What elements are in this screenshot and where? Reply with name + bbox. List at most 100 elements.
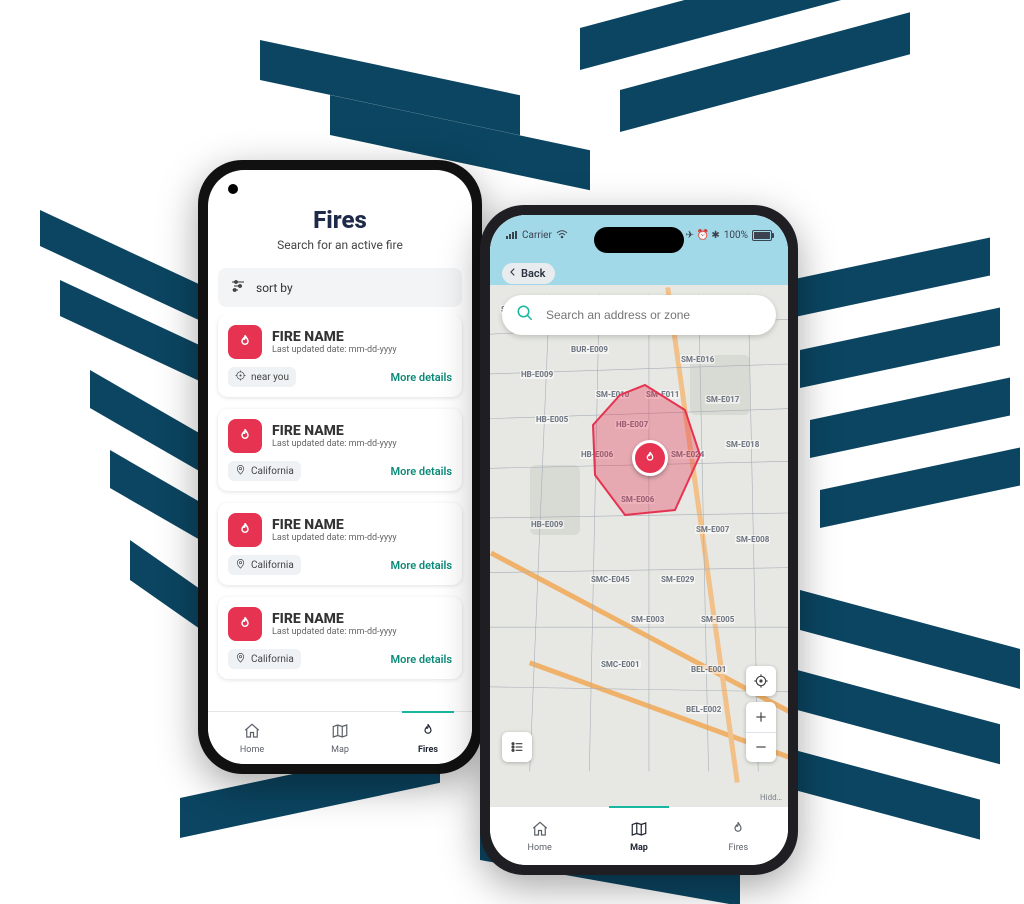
zone-label: HB-E007	[615, 420, 649, 429]
tab-map[interactable]: Map	[589, 807, 688, 865]
fire-name: FIRE NAME	[272, 611, 397, 627]
page-subtitle: Search for an active fire	[220, 238, 460, 252]
flame-icon	[228, 607, 262, 641]
fire-name: FIRE NAME	[272, 423, 397, 439]
fire-marker[interactable]	[632, 440, 668, 476]
zone-label: SMC-E001	[600, 660, 641, 669]
zoom-in-button[interactable]	[746, 702, 776, 733]
more-details-link[interactable]: More details	[391, 371, 452, 384]
zone-label: SM-E007	[695, 525, 730, 534]
fire-card[interactable]: FIRE NAME Last updated date: mm-dd-yyyy …	[218, 597, 462, 679]
more-details-link[interactable]: More details	[391, 465, 452, 478]
location-chip: California	[228, 461, 301, 481]
zone-label: SM-E005	[700, 615, 735, 624]
tab-label: Home	[240, 745, 264, 755]
fire-updated: Last updated date: mm-dd-yyyy	[272, 533, 397, 543]
phone-android: Fires Search for an active fire sort by …	[198, 160, 482, 774]
zone-label: SM-E016	[680, 355, 715, 364]
camera-punch-hole	[228, 184, 238, 194]
plus-icon	[753, 709, 769, 725]
zone-label: SM-E029	[660, 575, 695, 584]
fire-list[interactable]: FIRE NAME Last updated date: mm-dd-yyyy …	[208, 315, 472, 711]
more-details-link[interactable]: More details	[391, 653, 452, 666]
location-icon	[235, 464, 246, 478]
fire-updated: Last updated date: mm-dd-yyyy	[272, 345, 397, 355]
fire-name: FIRE NAME	[272, 329, 397, 345]
crosshair-icon	[753, 673, 769, 689]
flame-icon	[228, 325, 262, 359]
flame-icon	[419, 722, 437, 743]
zone-label: SM-E003	[630, 615, 665, 624]
map-icon	[331, 722, 349, 743]
zone-label: HB-E006	[580, 450, 614, 459]
chip-label: near you	[251, 372, 289, 383]
zone-label: SM-E006	[620, 495, 655, 504]
map-icon	[630, 820, 648, 841]
ios-tab-bar: Home Map Fires	[490, 806, 788, 865]
layers-button[interactable]	[502, 732, 532, 762]
fire-updated: Last updated date: mm-dd-yyyy	[272, 627, 397, 637]
fire-updated: Last updated date: mm-dd-yyyy	[272, 439, 397, 449]
zone-label: SM-E024	[670, 450, 705, 459]
more-details-link[interactable]: More details	[391, 559, 452, 572]
sort-bar[interactable]: sort by	[218, 268, 462, 307]
map-search-input[interactable]	[544, 307, 762, 323]
page-title: Fires	[220, 206, 460, 234]
tab-label: Map	[331, 745, 349, 755]
fire-name: FIRE NAME	[272, 517, 397, 533]
flame-icon	[228, 513, 262, 547]
fire-card[interactable]: FIRE NAME Last updated date: mm-dd-yyyy …	[218, 503, 462, 585]
location-chip: near you	[228, 367, 296, 387]
flame-icon	[228, 419, 262, 453]
home-icon	[243, 722, 261, 743]
map-canvas[interactable]: SM-E005BUR-E005BUR-E003SM-E021BUR-E009SM…	[490, 215, 788, 806]
location-icon	[235, 652, 246, 666]
tab-map[interactable]: Map	[296, 712, 384, 764]
zone-label: SM-E018	[725, 440, 760, 449]
fires-header: Fires Search for an active fire	[208, 170, 472, 260]
layers-icon	[509, 739, 525, 755]
search-icon	[516, 304, 534, 326]
tab-label: Fires	[729, 843, 749, 853]
zone-label: SM-E017	[705, 395, 740, 404]
zone-label: SM-E008	[735, 535, 770, 544]
tab-label: Map	[630, 843, 648, 853]
location-icon	[235, 558, 246, 572]
zone-label: HB-E009	[530, 520, 564, 529]
home-icon	[531, 820, 549, 841]
tab-home[interactable]: Home	[490, 807, 589, 865]
zone-label: HB-E009	[520, 370, 554, 379]
tab-fires[interactable]: Fires	[689, 807, 788, 865]
sort-label: sort by	[256, 281, 293, 295]
chip-label: California	[251, 466, 294, 477]
zoom-out-button[interactable]	[746, 733, 776, 763]
tab-home[interactable]: Home	[208, 712, 296, 764]
back-label: Back	[521, 267, 545, 280]
fire-card[interactable]: FIRE NAME Last updated date: mm-dd-yyyy …	[218, 409, 462, 491]
phone-ios: Carrier ✈ ⏰ ✱ 100%	[480, 205, 798, 875]
chevron-left-icon	[508, 267, 518, 280]
target-icon	[235, 370, 246, 384]
zoom-control	[746, 702, 776, 762]
zone-label: SM-E011	[645, 390, 680, 399]
location-chip: California	[228, 649, 301, 669]
zone-label: BUR-E009	[570, 345, 609, 354]
zone-label: BEL-E002	[685, 705, 722, 714]
zone-label: BEL-E001	[690, 665, 727, 674]
minus-icon	[753, 739, 769, 755]
zone-label: SM-E010	[595, 390, 630, 399]
location-chip: California	[228, 555, 301, 575]
zone-label: HB-E005	[535, 415, 569, 424]
sort-icon	[230, 278, 246, 297]
chip-label: California	[251, 654, 294, 665]
tab-fires[interactable]: Fires	[384, 712, 472, 764]
fire-card[interactable]: FIRE NAME Last updated date: mm-dd-yyyy …	[218, 315, 462, 397]
flame-icon	[729, 820, 747, 841]
dynamic-island	[594, 227, 684, 253]
locate-button[interactable]	[746, 666, 776, 696]
map-search[interactable]	[502, 295, 776, 335]
tab-label: Home	[528, 843, 552, 853]
map-attribution: Hidd…	[760, 793, 782, 802]
android-tab-bar: Home Map Fires	[208, 711, 472, 764]
back-button[interactable]: Back	[502, 263, 555, 284]
